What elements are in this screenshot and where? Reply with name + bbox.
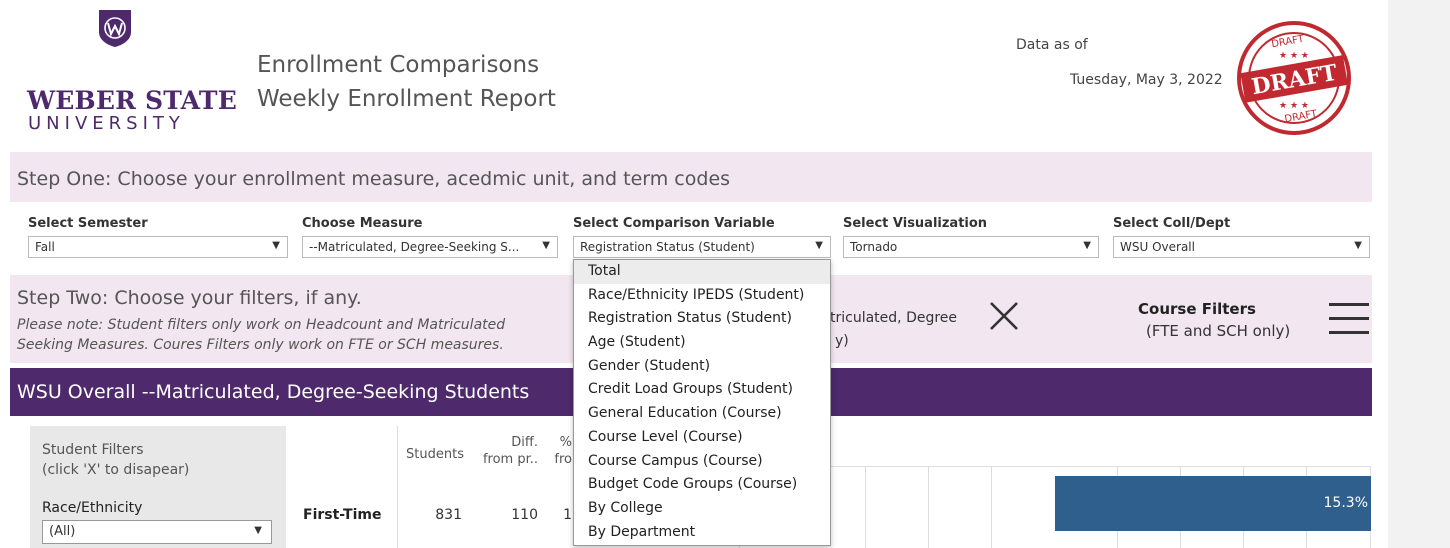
dropdown-option-by-department[interactable]: By Department [574, 521, 830, 545]
student-filters-panel: Student Filters (click 'X' to disapear) … [30, 426, 286, 548]
students-cell: 831 [435, 507, 462, 523]
diff-header-line1: Diff. [511, 435, 538, 450]
logo-university: UNIVERSITY [28, 113, 185, 134]
students-column-header: Students [406, 447, 464, 462]
chevron-down-icon: ▼ [815, 240, 823, 251]
comparison-variable-select[interactable]: Registration Status (Student) ▼ [573, 236, 831, 258]
row-label-first-time: First-Time [303, 507, 382, 523]
chart-gridline [830, 466, 1371, 467]
visualization-label: Select Visualization [843, 216, 988, 231]
pct-column-header: % fro [540, 434, 572, 468]
page-subtitle: Weekly Enrollment Report [257, 86, 556, 112]
measure-value: --Matriculated, Degree-Seeking S... [309, 240, 520, 254]
race-ethnicity-label: Race/Ethnicity [42, 500, 143, 516]
pct-cell: 1 [563, 507, 572, 523]
step-two-heading: Step Two: Choose your filters, if any. [17, 287, 362, 309]
right-gutter [1388, 0, 1450, 548]
chevron-down-icon: ▼ [1083, 240, 1091, 251]
left-gutter [0, 0, 10, 548]
student-filters-hint: (click 'X' to disapear) [42, 462, 190, 478]
coll-dept-select[interactable]: WSU Overall ▼ [1113, 236, 1370, 258]
diff-cell: 110 [511, 507, 538, 523]
chart-bar-first-time[interactable]: 15.3% [1055, 476, 1371, 531]
dropdown-option-by-college[interactable]: By College [574, 497, 830, 521]
semester-label: Select Semester [28, 216, 148, 231]
data-as-of-label: Data as of [1016, 37, 1088, 53]
step-one-heading: Step One: Choose your enrollment measure… [17, 168, 731, 190]
semester-select[interactable]: Fall ▼ [28, 236, 288, 258]
course-filters-subtitle: (FTE and SCH only) [1146, 322, 1291, 340]
visualization-value: Tornado [850, 240, 898, 254]
diff-header-line2: from pr.. [482, 452, 538, 467]
dropdown-option-general-education[interactable]: General Education (Course) [574, 402, 830, 426]
dropdown-option-age[interactable]: Age (Student) [574, 331, 830, 355]
svg-text:★ ★ ★: ★ ★ ★ [1279, 101, 1309, 111]
step-one-panel: Step One: Choose your enrollment measure… [10, 152, 1372, 202]
dropdown-option-credit-load[interactable]: Credit Load Groups (Student) [574, 378, 830, 402]
race-ethnicity-select[interactable]: (All) ▼ [42, 520, 272, 544]
chevron-down-icon: ▼ [272, 240, 280, 251]
student-filters-title: Student Filters [42, 442, 144, 458]
dropdown-option-race-ethnicity[interactable]: Race/Ethnicity IPEDS (Student) [574, 284, 830, 308]
chart-gridline [991, 467, 992, 548]
coll-dept-label: Select Coll/Dept [1113, 216, 1231, 231]
dropdown-option-gender[interactable]: Gender (Student) [574, 355, 830, 379]
svg-text:★ ★ ★: ★ ★ ★ [1279, 51, 1309, 61]
coll-dept-value: WSU Overall [1120, 240, 1195, 254]
draft-stamp: DRAFT DRAFT DRAFT ★ ★ ★ ★ ★ ★ [1237, 21, 1351, 135]
obscured-text: y) [835, 333, 849, 349]
chevron-down-icon: ▼ [1354, 240, 1362, 251]
comparison-variable-dropdown[interactable]: Total Race/Ethnicity IPEDS (Student) Reg… [573, 259, 831, 546]
bar-data-label: 15.3% [1323, 495, 1368, 511]
page-title: Enrollment Comparisons [257, 52, 540, 78]
semester-value: Fall [35, 240, 55, 254]
logo-wordmark: WEBER STATE [27, 86, 237, 115]
dropdown-option-course-campus[interactable]: Course Campus (Course) [574, 450, 830, 474]
note-line-2: Seeking Measures. Coures Filters only wo… [17, 337, 504, 353]
measure-label: Choose Measure [302, 216, 423, 231]
chevron-down-icon: ▼ [254, 525, 262, 536]
comparison-variable-label: Select Comparison Variable [573, 216, 775, 231]
measure-select[interactable]: --Matriculated, Degree-Seeking S... ▼ [302, 236, 558, 258]
menu-icon[interactable] [1329, 303, 1369, 334]
chevron-down-icon: ▼ [542, 240, 550, 251]
dropdown-option-budget-code[interactable]: Budget Code Groups (Course) [574, 473, 830, 497]
obscured-text: triculated, Degree [830, 310, 958, 326]
dropdown-option-course-level[interactable]: Course Level (Course) [574, 426, 830, 450]
course-filters-title: Course Filters [1138, 300, 1256, 318]
note-line-1: Please note: Student filters only work o… [17, 317, 506, 333]
banner-title: WSU Overall --Matriculated, Degree-Seeki… [17, 381, 530, 403]
pct-header-line2: fro [554, 452, 572, 467]
dropdown-option-total[interactable]: Total [574, 260, 830, 284]
visualization-select[interactable]: Tornado ▼ [843, 236, 1099, 258]
data-as-of-date: Tuesday, May 3, 2022 [1070, 72, 1223, 88]
column-divider [397, 426, 398, 548]
comparison-variable-value: Registration Status (Student) [580, 240, 755, 254]
close-icon[interactable] [988, 300, 1020, 332]
diff-column-header: Diff. from pr.. [470, 434, 538, 468]
step-two-note: Please note: Student filters only work o… [17, 315, 557, 355]
chart-gridline [865, 467, 866, 548]
dropdown-option-registration-status[interactable]: Registration Status (Student) [574, 307, 830, 331]
chart-gridline [928, 467, 929, 548]
race-ethnicity-value: (All) [49, 524, 76, 539]
weber-state-logo-icon [99, 10, 131, 47]
pct-header-line1: % [559, 435, 572, 450]
